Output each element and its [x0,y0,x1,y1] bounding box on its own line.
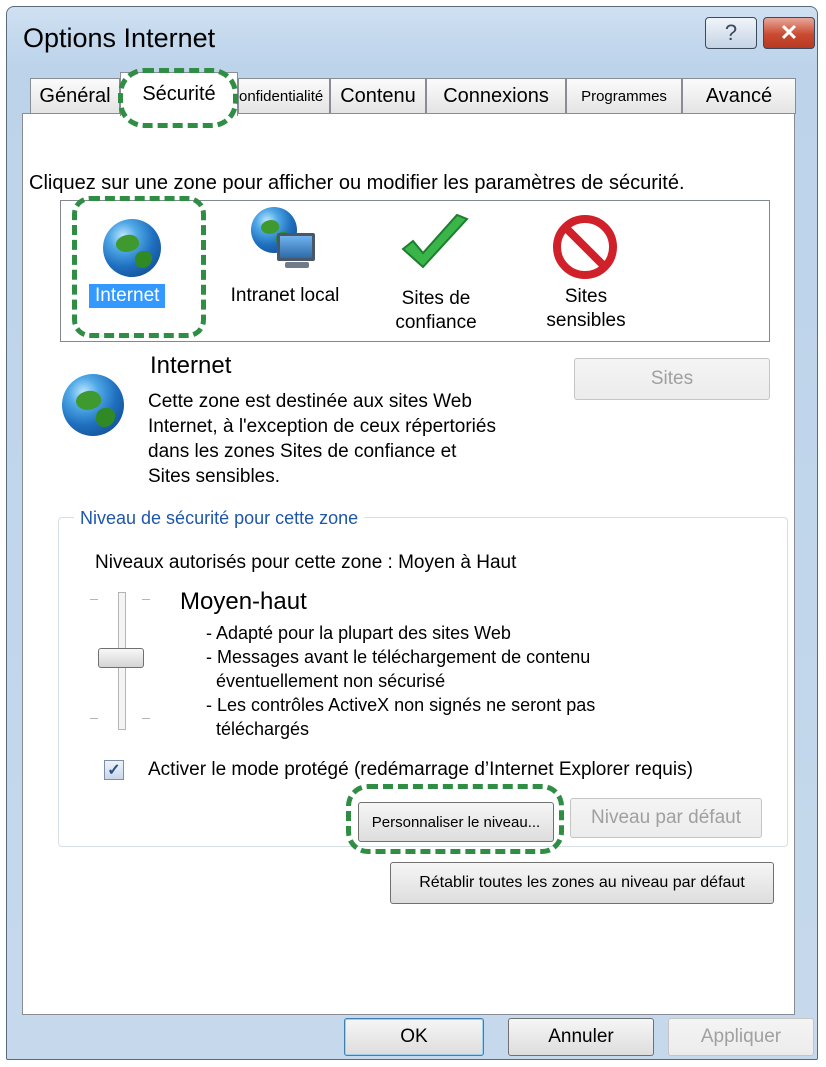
selected-zone-globe-icon [62,374,124,436]
zone-internet-label[interactable]: Internet [89,284,166,308]
title-bar[interactable]: Options Internet ? ✕ [7,7,817,77]
tab-security[interactable]: Sécurité [120,72,238,116]
close-button[interactable]: ✕ [763,17,815,49]
zone-trusted-line2: confiance [395,312,477,333]
protected-mode-label[interactable]: Activer le mode protégé (redémarrage d’I… [148,759,693,781]
allowed-levels-text: Niveaux autorisés pour cette zone : Moye… [95,552,517,573]
level-name: Moyen-haut [180,588,307,615]
help-button[interactable]: ? [705,17,757,49]
slider-tick [142,599,150,600]
checkmark-icon[interactable] [399,213,471,279]
tab-privacy[interactable]: onfidentialité [238,78,330,114]
slider-thumb[interactable] [98,648,144,668]
custom-level-button[interactable]: Personnaliser le niveau... [358,802,554,842]
close-icon: ✕ [779,20,799,45]
reset-all-zones-button[interactable]: Rétablir toutes les zones au niveau par … [390,862,774,904]
zone-instructions: Cliquez sur une zone pour afficher ou mo… [29,172,685,194]
level-bullet: - Adapté pour la plupart des sites Web [206,623,511,643]
check-icon: ✓ [107,762,121,779]
tab-content[interactable]: Contenu [330,78,426,114]
level-bullet: - Les contrôles ActiveX non signés ne se… [206,695,596,715]
zone-list: Internet Intranet local Sites de confian… [60,200,770,342]
security-level-legend: Niveau de sécurité pour cette zone [74,508,365,529]
description-line: Internet, à l'exception de ceux répertor… [148,416,496,437]
description-line: Cette zone est destinée aux sites Web [148,391,472,412]
tab-strip: Général Sécurité onfidentialité Contenu … [22,72,802,116]
level-details: - Adapté pour la plupart des sites Web -… [206,621,595,741]
tab-connections[interactable]: Connexions [426,78,566,114]
sites-button[interactable]: Sites [574,358,770,400]
selected-zone-description: Cette zone est destinée aux sites Web In… [148,389,568,489]
window-title: Options Internet [23,23,216,53]
tab-advanced[interactable]: Avancé [682,78,796,114]
slider-tick [142,718,150,719]
ok-button[interactable]: OK [344,1018,484,1056]
apply-button[interactable]: Appliquer [668,1018,814,1056]
monitor-stand-icon [285,262,309,268]
intranet-icon[interactable] [251,207,321,277]
globe-icon[interactable] [103,219,161,277]
slider-tick [90,599,98,600]
tab-general[interactable]: Général [30,78,120,114]
description-line: Sites sensibles. [148,466,281,487]
level-bullet: téléchargés [216,719,310,739]
description-line: dans les zones Sites de confiance et [148,441,457,462]
tab-programs[interactable]: Programmes [566,78,682,114]
level-bullet: - Messages avant le téléchargement de co… [206,647,591,667]
zone-trusted-label[interactable]: Sites de confiance [381,287,491,335]
level-bullet: éventuellement non sécurisé [216,671,446,691]
slider-tick [90,718,98,719]
zone-intranet-label[interactable]: Intranet local [221,284,349,308]
zone-restricted-label[interactable]: Sites sensibles [531,285,641,333]
selected-zone-title: Internet [150,352,232,379]
cancel-button[interactable]: Annuler [508,1018,654,1056]
default-level-button[interactable]: Niveau par défaut [570,798,762,838]
question-icon: ? [724,20,738,45]
protected-mode-checkbox[interactable]: ✓ [104,760,124,780]
zone-restricted-line1: Sites [564,286,608,307]
monitor-icon [277,233,315,261]
zone-trusted-line1: Sites de [401,288,471,309]
zone-restricted-line2: sensibles [546,310,626,331]
restricted-icon[interactable] [553,215,617,279]
